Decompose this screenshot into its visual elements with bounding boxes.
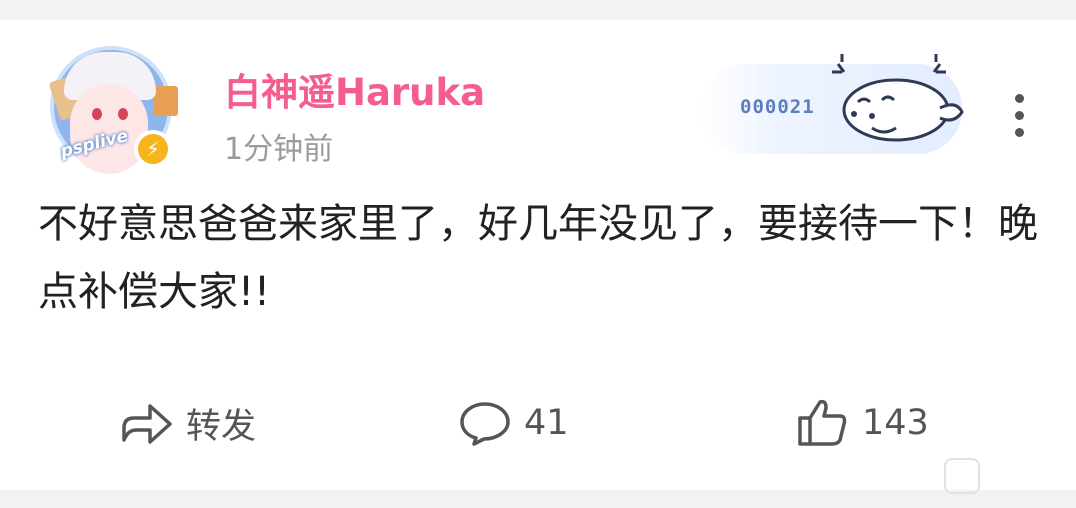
comment-button[interactable]: 41 — [458, 394, 569, 452]
like-button[interactable]: 143 — [796, 394, 929, 452]
avatar-eye — [118, 108, 128, 120]
username[interactable]: 白神遥Haruka — [224, 62, 485, 116]
comment-bubble-icon — [460, 402, 510, 446]
share-button[interactable]: 转发 — [120, 394, 256, 452]
seal-mascot-icon — [832, 54, 964, 142]
thumbs-up-icon — [798, 399, 847, 446]
avatar[interactable]: psplive ⚡ — [46, 42, 182, 178]
share-label: 转发 — [186, 406, 257, 447]
share-arrow-icon — [122, 404, 172, 444]
avatar-eye — [92, 108, 102, 120]
watermark-icon — [944, 458, 980, 494]
like-count: 143 — [862, 403, 929, 443]
post-content: 不好意思爸爸来家里了，好几年没见了，要接待一下！晚点补偿大家!! — [38, 201, 1038, 315]
comment-count: 41 — [524, 403, 569, 443]
fan-card-number: 000021 — [740, 96, 815, 118]
more-options-icon[interactable] — [1008, 92, 1030, 140]
verified-lightning-icon: ⚡ — [134, 130, 172, 168]
waffle-decoration — [154, 86, 178, 116]
post-timestamp: 1分钟前 — [224, 132, 334, 167]
